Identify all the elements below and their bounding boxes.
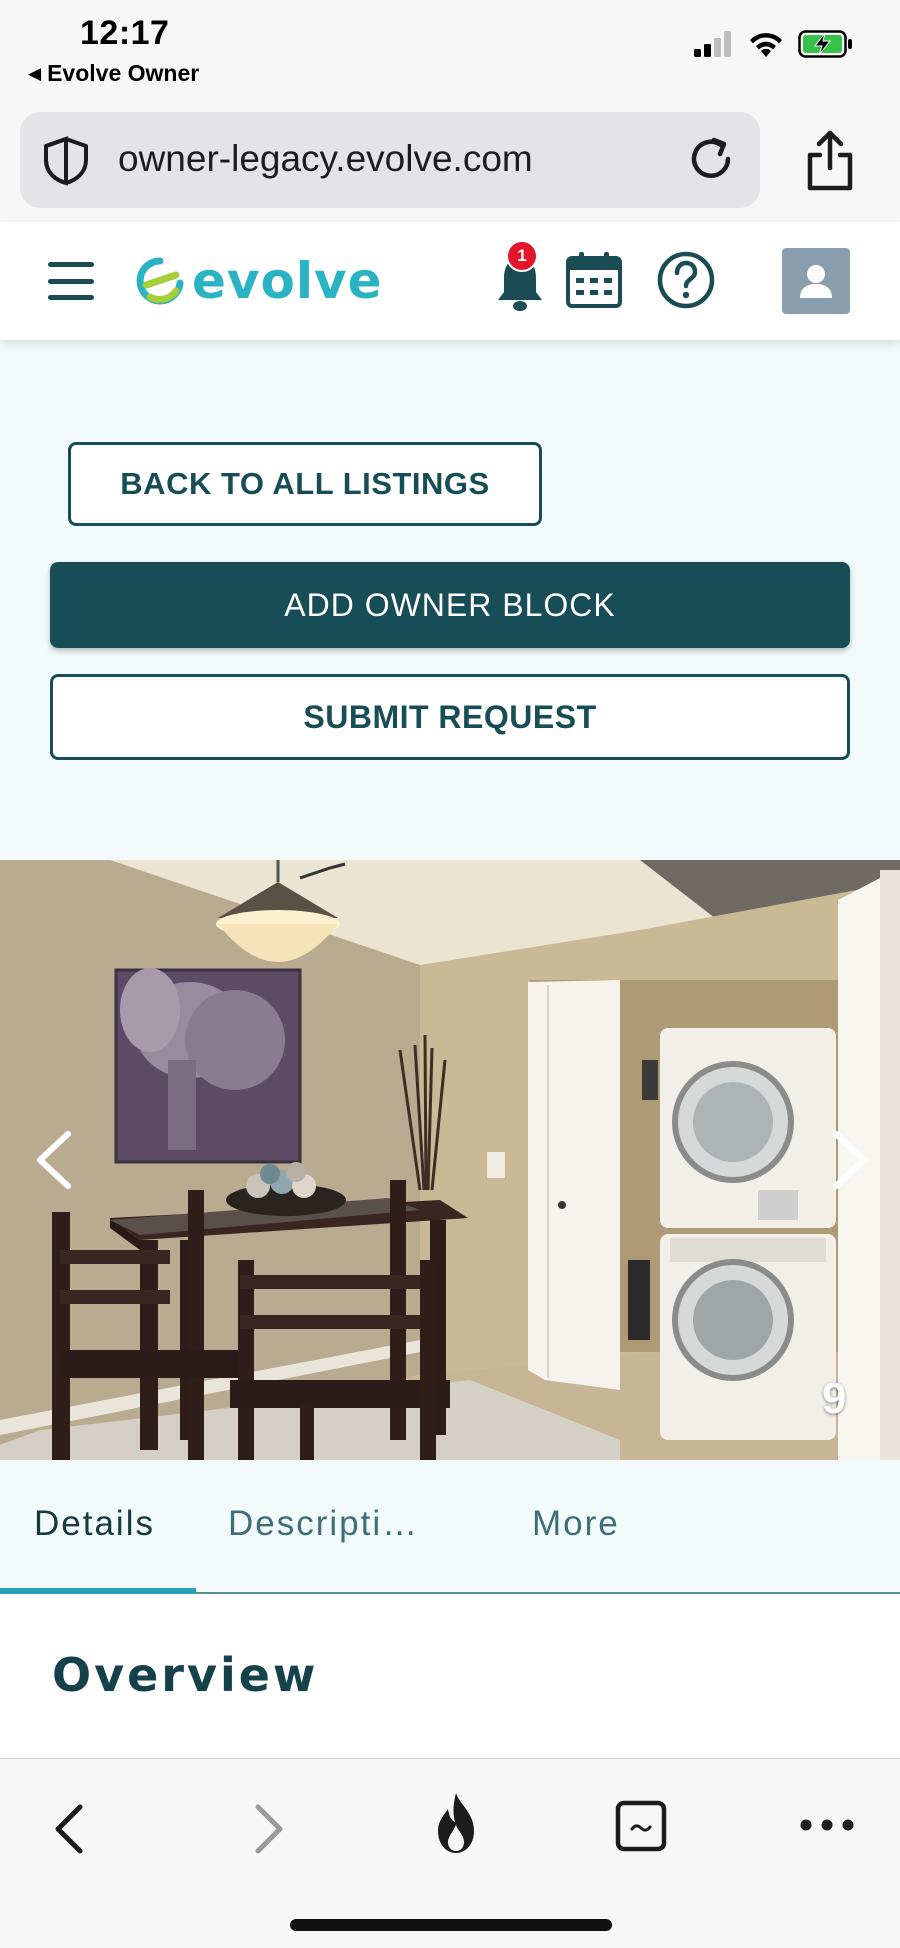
browser-toolbar: owner-legacy.evolve.com [0,104,900,222]
previous-photo-icon[interactable] [32,1128,76,1192]
overview-heading: Overview [52,1648,319,1702]
tab-details[interactable]: Details [34,1504,155,1544]
logo-text: evolve [192,252,383,310]
status-time: 12:17 [80,14,170,52]
tab-description[interactable]: Descripti… [228,1504,419,1544]
flame-icon[interactable] [430,1791,482,1855]
share-icon[interactable] [800,128,860,194]
back-to-listings-button[interactable]: BACK TO ALL LISTINGS [68,442,542,526]
submit-request-button[interactable]: SUBMIT REQUEST [50,674,850,760]
overview-section: Overview [0,1594,900,1758]
listing-photo [0,860,900,1460]
notification-badge: 1 [506,240,538,272]
evolve-logo[interactable]: evolve [136,252,383,310]
add-owner-block-button[interactable]: ADD OWNER BLOCK [50,562,850,648]
tabs-icon[interactable] [614,1799,668,1853]
battery-charging-icon [798,30,852,58]
menu-icon[interactable] [48,262,94,300]
listing-tabs: Details Descripti… More [0,1460,900,1594]
reload-icon[interactable] [684,132,738,186]
user-avatar[interactable] [782,248,850,314]
url-text: owner-legacy.evolve.com [118,138,533,179]
status-bar: 12:17 ◀ Evolve Owner [0,0,900,104]
cellular-signal-icon [694,31,731,57]
page: 12:17 ◀ Evolve Owner owner-legacy.evolve… [0,0,900,1948]
back-triangle-icon: ◀ [28,63,42,83]
photo-carousel[interactable]: 9 [0,860,900,1460]
back-app-label: Evolve Owner [47,60,200,86]
next-photo-icon[interactable] [828,1128,872,1192]
back-to-app-link[interactable]: ◀ Evolve Owner [28,60,199,87]
home-indicator [290,1919,612,1931]
app-header: evolve 1 [0,222,900,340]
browser-back-icon[interactable] [50,1799,90,1859]
browser-bottom-toolbar [0,1758,900,1948]
browser-forward-icon[interactable] [248,1799,288,1859]
address-bar[interactable]: owner-legacy.evolve.com [20,112,760,208]
user-icon [800,265,832,298]
logo-mark-icon [136,257,184,305]
shield-icon [44,136,88,186]
wifi-icon [750,33,782,57]
more-options-icon[interactable] [798,1815,856,1835]
photo-counter: 9 [822,1374,847,1423]
tab-more[interactable]: More [532,1504,620,1544]
status-icons [694,30,854,58]
help-icon[interactable] [656,250,716,310]
calendar-icon[interactable] [564,250,624,310]
